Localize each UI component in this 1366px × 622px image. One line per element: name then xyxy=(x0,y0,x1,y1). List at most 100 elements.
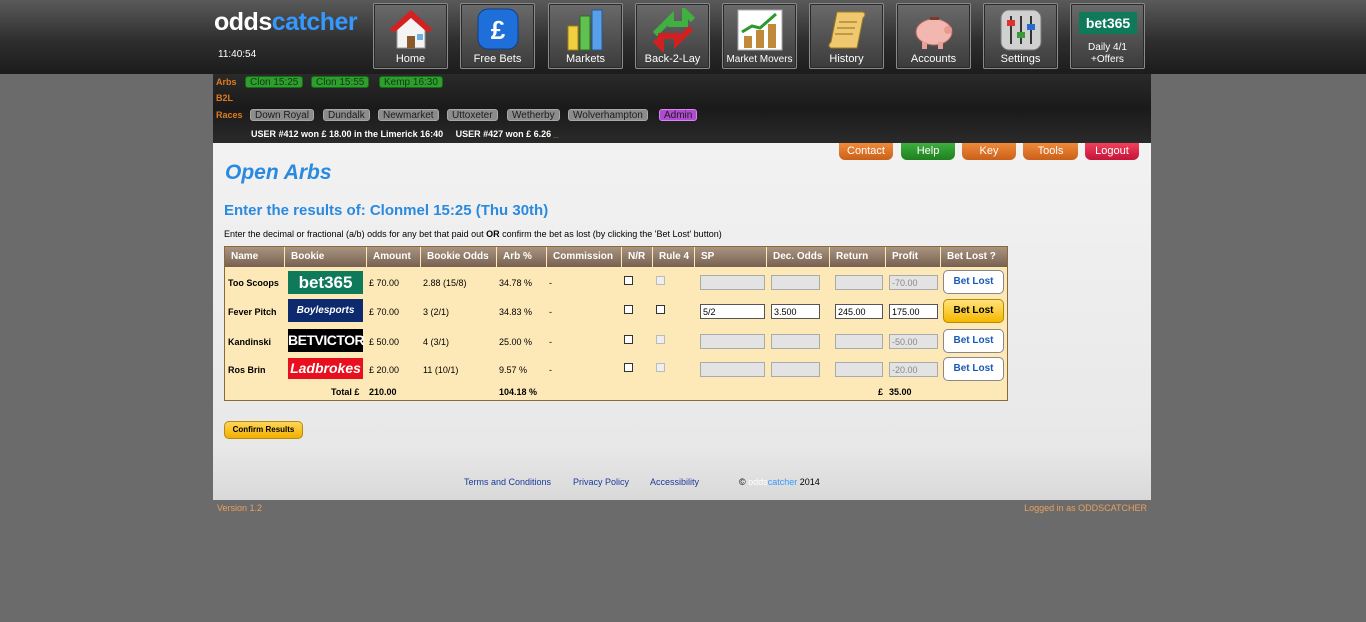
arb-percent: 34.83 % xyxy=(499,307,533,317)
winners-ticker: USER #412 won £ 18.00 in the Limerick 16… xyxy=(251,129,559,139)
profit-field xyxy=(889,362,938,377)
top-header: oddscatcher 11:40:54 Home £ Free Bets Ma… xyxy=(0,0,1366,74)
bookie-odds: 2.88 (15/8) xyxy=(423,278,467,288)
nav-settings-button[interactable]: Settings xyxy=(983,3,1058,69)
col-header-bet-lost: Bet Lost ? xyxy=(941,247,1007,267)
nav-market-movers-button[interactable]: Market Movers xyxy=(722,3,797,69)
dec-odds-field[interactable] xyxy=(771,304,820,319)
rule4-checkbox[interactable] xyxy=(656,305,665,314)
bet365-logo: bet365 xyxy=(288,271,363,294)
col-header-nr: N/R xyxy=(622,247,653,267)
site-logo[interactable]: oddscatcher xyxy=(214,8,358,37)
bar-chart-icon xyxy=(567,9,602,51)
arb-link-clon-1525[interactable]: Clon 15:25 xyxy=(245,76,304,88)
bet-lost-button[interactable]: Bet Lost xyxy=(943,357,1004,381)
non-runner-checkbox[interactable] xyxy=(624,276,633,285)
dec-odds-field[interactable] xyxy=(771,275,820,290)
nav-free-bets-button[interactable]: £ Free Bets xyxy=(460,3,535,69)
race-link-newmarket[interactable]: Newmarket xyxy=(378,109,439,121)
help-button[interactable]: Help xyxy=(901,143,955,160)
sp-field[interactable] xyxy=(700,275,765,290)
col-header-arb: Arb % xyxy=(497,247,547,267)
race-link-down-royal[interactable]: Down Royal xyxy=(250,109,314,121)
col-header-bookie-odds: Bookie Odds xyxy=(421,247,497,267)
col-header-profit: Profit xyxy=(886,247,941,267)
total-profit-currency: £ xyxy=(878,387,884,397)
return-field[interactable] xyxy=(835,304,883,319)
races-label: Races xyxy=(216,110,243,120)
total-arb: 104.18 % xyxy=(499,387,538,397)
col-header-name: Name xyxy=(225,247,285,267)
return-field xyxy=(835,334,883,349)
bet365-logo: bet365 xyxy=(1079,12,1137,34)
contact-button[interactable]: Contact xyxy=(839,143,893,160)
logout-button[interactable]: Logout xyxy=(1085,143,1139,160)
scroll-icon xyxy=(828,11,865,49)
page-title: Open Arbs xyxy=(225,161,332,184)
col-header-bookie: Bookie xyxy=(285,247,367,267)
col-header-dec-odds: Dec. Odds xyxy=(767,247,830,267)
dec-odds-field[interactable] xyxy=(771,334,820,349)
nav-accounts-button[interactable]: Accounts xyxy=(896,3,971,69)
non-runner-checkbox[interactable] xyxy=(624,363,633,372)
version-label: Version 1.2 xyxy=(217,503,263,513)
return-field xyxy=(835,362,883,377)
commission: - xyxy=(549,365,552,375)
confirm-results-button[interactable]: Confirm Results xyxy=(224,421,303,439)
key-button[interactable]: Key xyxy=(962,143,1016,160)
nav-back-2-lay-button[interactable]: Back-2-Lay xyxy=(635,3,710,69)
rule4-checkbox xyxy=(656,276,665,285)
betvictor-logo: BETVICTOR xyxy=(288,329,365,352)
race-link-dundalk[interactable]: Dundalk xyxy=(323,109,370,121)
profit-field xyxy=(889,275,938,290)
runner-name: Kandinski xyxy=(228,337,272,347)
sp-field[interactable] xyxy=(700,362,765,377)
commission: - xyxy=(549,307,552,317)
rule4-checkbox xyxy=(656,335,665,344)
race-link-wolverhampton[interactable]: Wolverhampton xyxy=(568,109,648,121)
nav-markets-button[interactable]: Markets xyxy=(548,3,623,69)
non-runner-checkbox[interactable] xyxy=(624,335,633,344)
accessibility-link[interactable]: Accessibility xyxy=(650,477,699,487)
tools-button[interactable]: Tools xyxy=(1023,143,1078,160)
amount: £ 20.00 xyxy=(369,365,400,375)
privacy-link[interactable]: Privacy Policy xyxy=(573,477,629,487)
profit-field[interactable] xyxy=(889,304,938,319)
total-label: Total £ xyxy=(331,387,360,397)
logged-in-label: Logged in as ODDSCATCHER xyxy=(1024,503,1147,513)
piggy-bank-icon xyxy=(915,17,952,49)
bookie-odds: 3 (2/1) xyxy=(423,307,450,317)
col-header-sp: SP xyxy=(695,247,767,267)
runner-name: Ros Brin xyxy=(228,365,266,375)
amount: £ 50.00 xyxy=(369,337,400,347)
quick-links-bar: Arbs Clon 15:25 Clon 15:55 Kemp 16:30 B2… xyxy=(213,74,1151,143)
bet-lost-button[interactable]: Bet Lost xyxy=(943,270,1004,294)
nav-bet365-offers-button[interactable]: bet365 Daily 4/1 +Offers xyxy=(1070,3,1145,69)
footer-bar: Version 1.2 Logged in as ODDSCATCHER xyxy=(213,500,1151,516)
commission: - xyxy=(549,278,552,288)
arb-link-clon-1555[interactable]: Clon 15:55 xyxy=(311,76,370,88)
admin-link[interactable]: Admin xyxy=(659,109,698,121)
arb-percent: 9.57 % xyxy=(499,365,528,375)
bet-lost-button[interactable]: Bet Lost xyxy=(943,299,1004,323)
nav-home-button[interactable]: Home xyxy=(373,3,448,69)
bookie-odds: 11 (10/1) xyxy=(423,365,459,375)
arrows-icon xyxy=(652,8,695,52)
sliders-icon xyxy=(1000,9,1041,51)
arbs-label: Arbs xyxy=(216,77,237,87)
nav-history-button[interactable]: History xyxy=(809,3,884,69)
sp-field[interactable] xyxy=(700,334,765,349)
arb-link-kemp-1630[interactable]: Kemp 16:30 xyxy=(379,76,443,88)
arb-percent: 25.00 % xyxy=(499,337,533,347)
pound-icon: £ xyxy=(477,8,518,50)
home-icon xyxy=(388,10,433,49)
non-runner-checkbox[interactable] xyxy=(624,305,633,314)
dec-odds-field[interactable] xyxy=(771,362,820,377)
runner-name: Too Scoops xyxy=(228,278,279,288)
terms-link[interactable]: Terms and Conditions xyxy=(464,477,551,487)
race-link-wetherby[interactable]: Wetherby xyxy=(507,109,560,121)
bet-lost-button[interactable]: Bet Lost xyxy=(943,329,1004,353)
race-link-uttoxeter[interactable]: Uttoxeter xyxy=(447,109,498,121)
sp-field[interactable] xyxy=(700,304,765,319)
rule4-checkbox xyxy=(656,363,665,372)
